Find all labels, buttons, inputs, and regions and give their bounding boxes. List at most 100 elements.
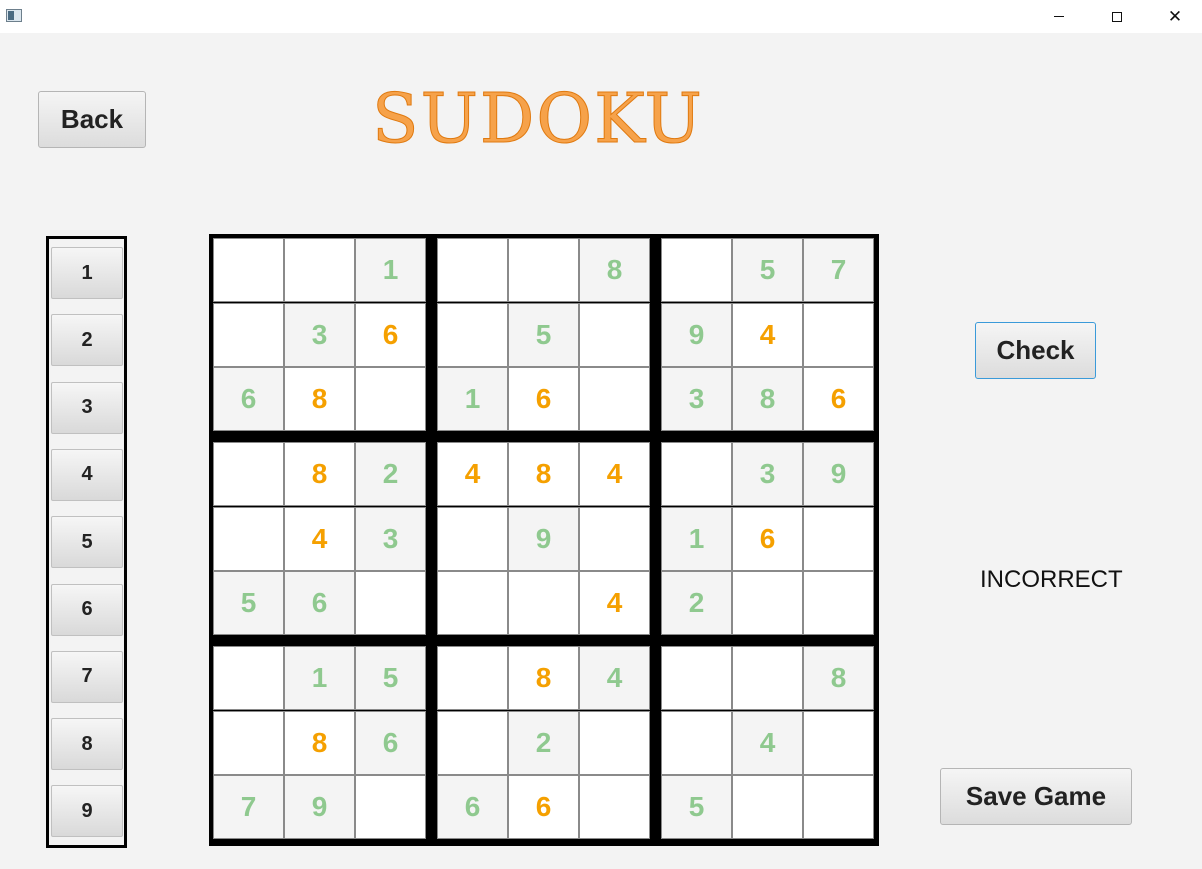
cell-r9-c3[interactable] <box>355 775 426 839</box>
cell-r4-c2[interactable]: 8 <box>284 442 355 506</box>
number-button-2[interactable]: 2 <box>51 314 123 367</box>
cell-r3-c2[interactable]: 8 <box>284 367 355 431</box>
cell-r3-c4: 1 <box>437 367 508 431</box>
cell-r1-c7[interactable] <box>661 238 732 302</box>
number-button-3[interactable]: 3 <box>51 381 123 434</box>
status-label: INCORRECT <box>980 566 1123 593</box>
cell-r9-c4: 6 <box>437 775 508 839</box>
cell-r2-c5: 5 <box>508 303 579 367</box>
cell-r9-c8[interactable] <box>732 775 803 839</box>
cell-r3-c3[interactable] <box>355 367 426 431</box>
cell-r7-c8[interactable] <box>732 646 803 710</box>
cell-r1-c2[interactable] <box>284 238 355 302</box>
cell-r2-c4[interactable] <box>437 303 508 367</box>
minimize-button[interactable] <box>1030 0 1088 33</box>
cell-r1-c4[interactable] <box>437 238 508 302</box>
cell-r7-c5[interactable]: 8 <box>508 646 579 710</box>
maximize-icon <box>1112 11 1122 22</box>
cell-r9-c9[interactable] <box>803 775 874 839</box>
app-icon <box>6 9 22 22</box>
cell-r4-c4[interactable]: 4 <box>437 442 508 506</box>
minimize-icon <box>1054 16 1064 17</box>
cell-r1-c8: 5 <box>732 238 803 302</box>
cell-r7-c6: 4 <box>579 646 650 710</box>
cell-r7-c1[interactable] <box>213 646 284 710</box>
cell-r5-c7: 1 <box>661 507 732 571</box>
cell-r8-c8: 4 <box>732 711 803 775</box>
cell-r8-c5: 2 <box>508 711 579 775</box>
cell-r3-c5[interactable]: 6 <box>508 367 579 431</box>
page-title: SUDOKU <box>372 80 704 160</box>
cell-r9-c2: 9 <box>284 775 355 839</box>
back-button[interactable]: Back <box>38 91 146 148</box>
sudoku-board: 1857365946816386824843943916564215848862… <box>209 234 879 846</box>
cell-r6-c4[interactable] <box>437 571 508 635</box>
cell-r5-c3: 3 <box>355 507 426 571</box>
close-button[interactable]: ✕ <box>1146 0 1202 33</box>
cell-r9-c5[interactable]: 6 <box>508 775 579 839</box>
check-button[interactable]: Check <box>975 322 1096 379</box>
cell-r6-c7: 2 <box>661 571 732 635</box>
cell-r2-c7: 9 <box>661 303 732 367</box>
cell-r6-c9[interactable] <box>803 571 874 635</box>
cell-r2-c9[interactable] <box>803 303 874 367</box>
cell-r4-c6[interactable]: 4 <box>579 442 650 506</box>
cell-r8-c7[interactable] <box>661 711 732 775</box>
cell-r5-c5: 9 <box>508 507 579 571</box>
cell-r4-c3: 2 <box>355 442 426 506</box>
cell-r8-c1[interactable] <box>213 711 284 775</box>
number-button-6[interactable]: 6 <box>51 583 123 636</box>
cell-r1-c3: 1 <box>355 238 426 302</box>
cell-r5-c4[interactable] <box>437 507 508 571</box>
cell-r2-c6[interactable] <box>579 303 650 367</box>
cell-r4-c8: 3 <box>732 442 803 506</box>
cell-r1-c5[interactable] <box>508 238 579 302</box>
cell-r3-c6[interactable] <box>579 367 650 431</box>
cell-r5-c8[interactable]: 6 <box>732 507 803 571</box>
number-button-4[interactable]: 4 <box>51 448 123 501</box>
cell-r2-c8[interactable]: 4 <box>732 303 803 367</box>
cell-r6-c8[interactable] <box>732 571 803 635</box>
cell-r1-c6: 8 <box>579 238 650 302</box>
number-button-5[interactable]: 5 <box>51 516 123 569</box>
cell-r4-c7[interactable] <box>661 442 732 506</box>
number-button-9[interactable]: 9 <box>51 785 123 838</box>
cell-r1-c1[interactable] <box>213 238 284 302</box>
cell-r6-c3[interactable] <box>355 571 426 635</box>
cell-r5-c2[interactable]: 4 <box>284 507 355 571</box>
cell-r5-c6[interactable] <box>579 507 650 571</box>
cell-r9-c7: 5 <box>661 775 732 839</box>
cell-r4-c1[interactable] <box>213 442 284 506</box>
cell-r4-c5[interactable]: 8 <box>508 442 579 506</box>
cell-r5-c1[interactable] <box>213 507 284 571</box>
cell-r3-c8: 8 <box>732 367 803 431</box>
cell-r6-c1: 5 <box>213 571 284 635</box>
close-icon: ✕ <box>1167 6 1183 27</box>
cell-r8-c6[interactable] <box>579 711 650 775</box>
cell-r8-c4[interactable] <box>437 711 508 775</box>
maximize-button[interactable] <box>1088 0 1146 33</box>
cell-r7-c9: 8 <box>803 646 874 710</box>
cell-r1-c9: 7 <box>803 238 874 302</box>
save-game-button[interactable]: Save Game <box>940 768 1132 825</box>
number-button-1[interactable]: 1 <box>51 247 123 299</box>
cell-r7-c2: 1 <box>284 646 355 710</box>
cell-r9-c6[interactable] <box>579 775 650 839</box>
cell-r3-c9[interactable]: 6 <box>803 367 874 431</box>
cell-r7-c3: 5 <box>355 646 426 710</box>
cell-r7-c4[interactable] <box>437 646 508 710</box>
cell-r5-c9[interactable] <box>803 507 874 571</box>
cell-r2-c1[interactable] <box>213 303 284 367</box>
cell-r2-c3[interactable]: 6 <box>355 303 426 367</box>
cell-r4-c9: 9 <box>803 442 874 506</box>
cell-r6-c6[interactable]: 4 <box>579 571 650 635</box>
cell-r3-c7: 3 <box>661 367 732 431</box>
cell-r6-c2: 6 <box>284 571 355 635</box>
number-button-8[interactable]: 8 <box>51 718 123 771</box>
cell-r7-c7[interactable] <box>661 646 732 710</box>
number-button-7[interactable]: 7 <box>51 650 123 703</box>
window-titlebar: ✕ <box>0 0 1202 33</box>
cell-r8-c9[interactable] <box>803 711 874 775</box>
cell-r6-c5[interactable] <box>508 571 579 635</box>
cell-r8-c2[interactable]: 8 <box>284 711 355 775</box>
